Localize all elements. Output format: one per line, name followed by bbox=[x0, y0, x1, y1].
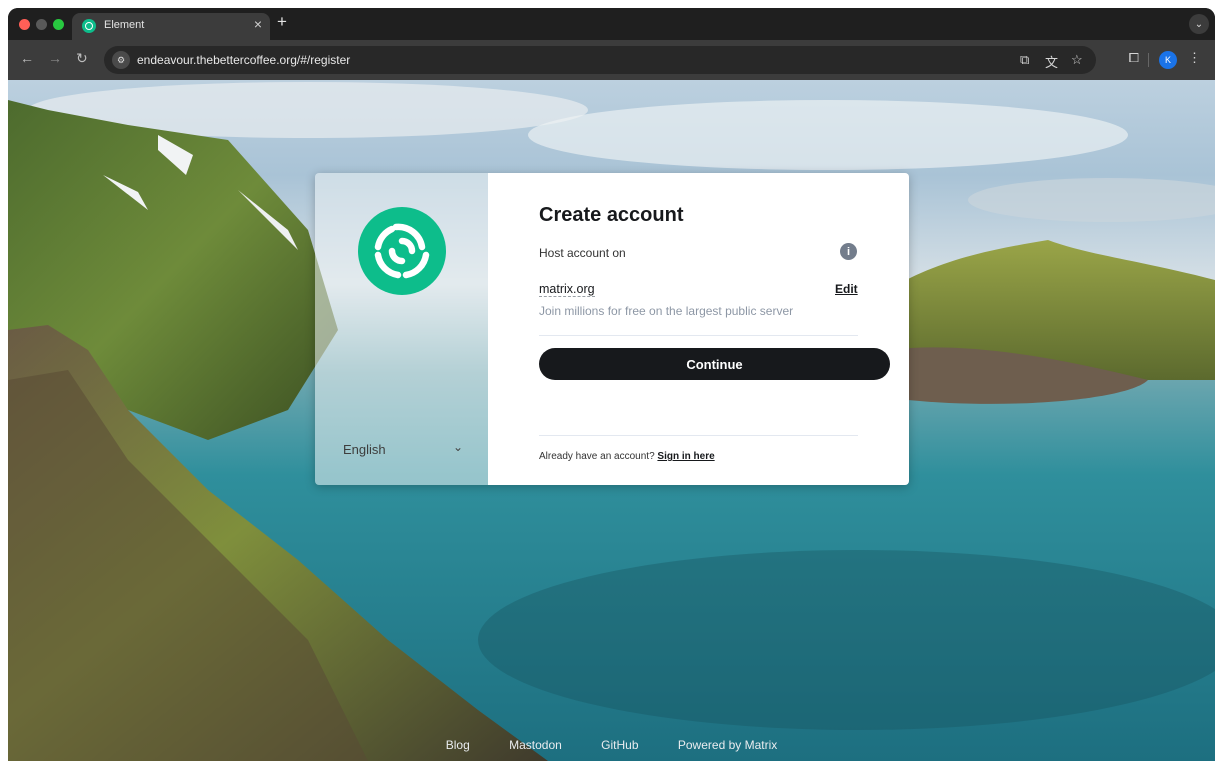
url-text[interactable]: endeavour.thebettercoffee.org/#/register bbox=[137, 53, 350, 67]
tab-element[interactable]: Element × bbox=[72, 13, 270, 40]
auth-main-panel: Create account Host account on i matrix.… bbox=[488, 173, 909, 485]
tab-title: Element bbox=[104, 19, 145, 31]
auth-card: English ⌄ Create account Host account on… bbox=[315, 173, 909, 485]
tab-search-button[interactable]: ⌄ bbox=[1189, 14, 1209, 34]
translate-icon[interactable]: 文 bbox=[1045, 52, 1058, 71]
divider bbox=[539, 335, 858, 336]
divider bbox=[539, 435, 858, 436]
browser-window: Element × + ⌄ ← → ↻ ⚙ endeavour.thebette… bbox=[8, 8, 1215, 761]
address-bar[interactable]: ⚙ endeavour.thebettercoffee.org/#/regist… bbox=[104, 46, 1096, 74]
host-label: Host account on bbox=[539, 246, 626, 260]
footer-link-blog[interactable]: Blog bbox=[446, 738, 470, 752]
info-icon[interactable]: i bbox=[840, 243, 857, 260]
footer-link-powered-by-matrix[interactable]: Powered by Matrix bbox=[678, 738, 777, 752]
new-tab-button[interactable]: + bbox=[277, 12, 287, 32]
menu-icon[interactable]: ⋮ bbox=[1188, 50, 1201, 66]
element-favicon-icon bbox=[82, 19, 96, 33]
close-window-button[interactable] bbox=[19, 19, 30, 30]
sign-in-link[interactable]: Sign in here bbox=[657, 451, 714, 462]
footer-link-github[interactable]: GitHub bbox=[601, 738, 638, 752]
language-selector[interactable]: English ⌄ bbox=[343, 437, 463, 461]
server-name: matrix.org bbox=[539, 282, 595, 297]
footer-link-mastodon[interactable]: Mastodon bbox=[509, 738, 562, 752]
auth-side-panel: English ⌄ bbox=[315, 173, 488, 485]
site-info-icon[interactable]: ⚙ bbox=[112, 51, 130, 69]
back-icon[interactable]: ← bbox=[20, 50, 34, 66]
cast-icon[interactable]: ⧉ bbox=[1020, 52, 1029, 68]
browser-toolbar: ← → ↻ ⚙ endeavour.thebettercoffee.org/#/… bbox=[8, 40, 1215, 80]
page-title: Create account bbox=[539, 204, 684, 226]
footer: Blog Mastodon GitHub Powered by Matrix bbox=[8, 738, 1215, 752]
tab-close-icon[interactable]: × bbox=[254, 16, 262, 32]
continue-button[interactable]: Continue bbox=[539, 348, 890, 380]
page-background: English ⌄ Create account Host account on… bbox=[8, 80, 1215, 761]
reload-icon[interactable]: ↻ bbox=[76, 50, 88, 67]
edit-server-button[interactable]: Edit bbox=[835, 282, 858, 296]
language-label: English bbox=[343, 442, 386, 457]
chevron-down-icon: ⌄ bbox=[452, 440, 463, 454]
extensions-icon[interactable]: ⧠ bbox=[1129, 50, 1139, 66]
forward-icon[interactable]: → bbox=[48, 50, 62, 66]
signin-prompt: Already have an account? Sign in here bbox=[539, 451, 715, 462]
element-logo-icon bbox=[358, 207, 446, 295]
profile-avatar[interactable]: K bbox=[1159, 51, 1177, 69]
already-have-account-text: Already have an account? bbox=[539, 451, 655, 462]
toolbar-separator bbox=[1148, 53, 1149, 67]
minimize-window-button[interactable] bbox=[36, 19, 47, 30]
maximize-window-button[interactable] bbox=[53, 19, 64, 30]
star-icon[interactable]: ☆ bbox=[1071, 52, 1083, 68]
server-description: Join millions for free on the largest pu… bbox=[539, 304, 794, 318]
tab-strip: Element × + ⌄ bbox=[8, 8, 1215, 40]
